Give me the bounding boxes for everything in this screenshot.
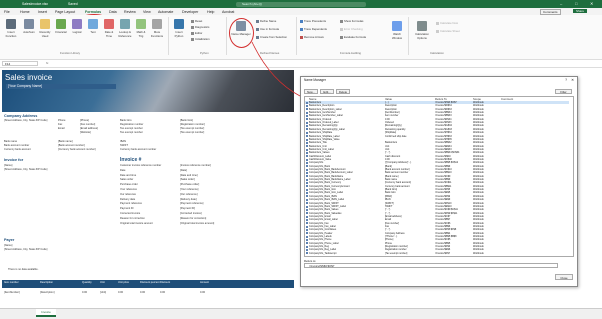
annotation-line <box>251 41 301 97</box>
annotation-arrow <box>251 41 301 97</box>
